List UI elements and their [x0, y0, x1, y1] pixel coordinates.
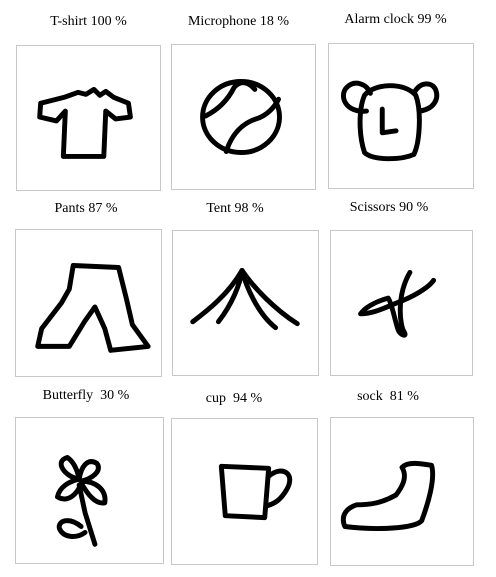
drawing-scissors: [330, 230, 473, 376]
drawing-sock: [330, 417, 474, 566]
microphone-doodle-icon: [200, 79, 282, 155]
label-pants: Pants 87 %: [54, 201, 118, 216]
drawing-pants: [15, 229, 162, 377]
drawing-cup: [171, 418, 318, 565]
label-cup: cup 94 %: [205, 391, 263, 406]
label-scissors: Scissors 90 %: [349, 200, 429, 215]
pants-doodle-icon: [35, 263, 151, 353]
drawing-microphone: [171, 44, 316, 190]
alarm-clock-doodle-icon: [340, 80, 440, 162]
cup-doodle-icon: [218, 463, 293, 521]
label-microphone: Microphone 18 %: [187, 14, 290, 29]
label-butterfly: Butterfly 30 %: [42, 388, 130, 403]
sock-doodle-icon: [340, 460, 436, 531]
t-shirt-doodle-icon: [37, 86, 133, 159]
drawing-butterfly: [15, 417, 164, 564]
drawing-tent: [172, 230, 319, 376]
label-t-shirt: T-shirt 100 %: [50, 14, 127, 29]
butterfly-doodle-icon: [54, 454, 108, 547]
drawing-t-shirt: [16, 45, 161, 191]
scissors-doodle-icon: [358, 269, 437, 338]
label-tent: Tent 98 %: [206, 201, 264, 216]
label-alarm-clock: Alarm clock 99 %: [344, 12, 447, 27]
tent-doodle-icon: [190, 267, 300, 331]
drawing-alarm-clock: [328, 43, 474, 189]
label-sock: sock 81 %: [357, 389, 419, 404]
